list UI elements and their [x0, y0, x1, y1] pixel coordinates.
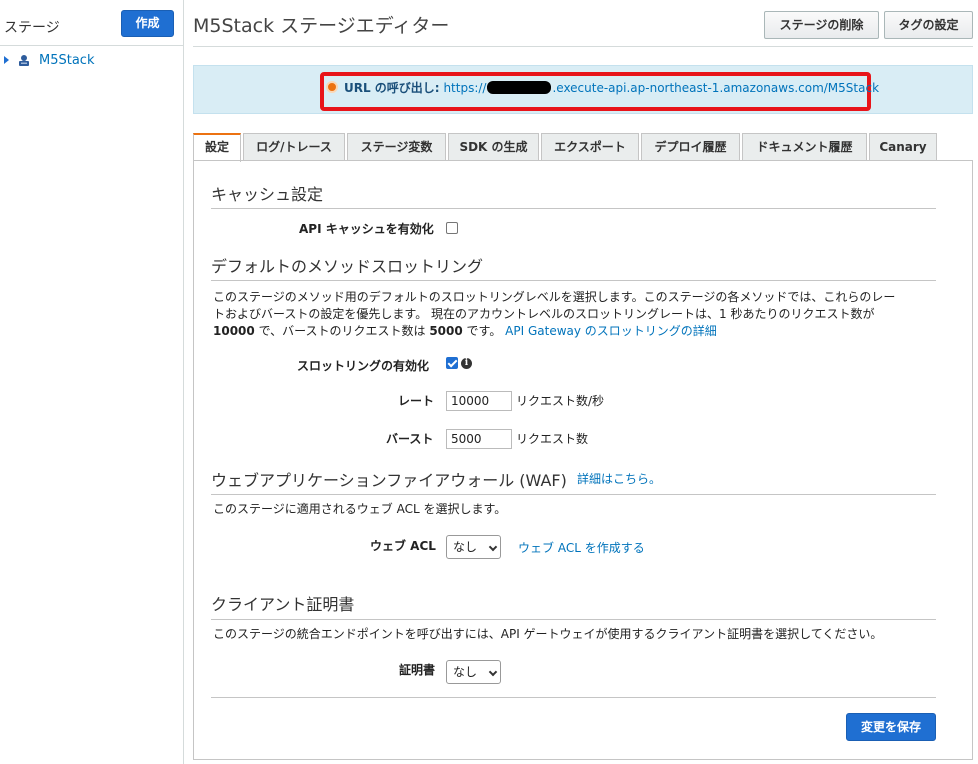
- header-divider: [193, 46, 973, 47]
- certificate-label: 証明書: [399, 663, 436, 677]
- throttling-enable-label: スロットリングの有効化: [297, 359, 430, 373]
- throttling-desc-line3: 10000 で、バーストのリクエスト数は 5000 です。 API Gatewa…: [213, 324, 717, 338]
- section-divider: [211, 494, 936, 495]
- rate-unit: リクエスト数/秒: [516, 394, 605, 408]
- rate-label: レート: [398, 394, 435, 408]
- tab-deployment-history[interactable]: デプロイ履歴: [641, 133, 740, 161]
- cache-section-title: キャッシュ設定: [211, 185, 324, 204]
- tab-settings[interactable]: 設定: [193, 133, 241, 162]
- tab-documentation-history[interactable]: ドキュメント履歴: [742, 133, 867, 161]
- save-changes-button[interactable]: 変更を保存: [846, 713, 936, 741]
- tab-logs-tracing[interactable]: ログ/トレース: [243, 133, 345, 161]
- client-cert-section-title: クライアント証明書: [211, 595, 355, 614]
- invoke-url-link[interactable]: https:// .execute-api.ap-northeast-1.amaz…: [443, 81, 879, 95]
- invoke-url-suffix: .execute-api.ap-northeast-1.amazonaws.co…: [552, 81, 880, 95]
- tab-sdk-generation[interactable]: SDK の生成: [448, 133, 539, 161]
- throttling-description: このステージのメソッド用のデフォルトのスロットリングレベルを選択します。このステ…: [213, 289, 938, 340]
- status-dot-icon: [326, 81, 338, 93]
- client-cert-description: このステージの統合エンドポイントを呼び出すには、API ゲートウェイが使用するク…: [213, 627, 883, 641]
- stages-title: ステージ: [4, 20, 60, 36]
- web-acl-select[interactable]: なし: [446, 535, 501, 559]
- web-acl-selected: なし: [453, 540, 478, 554]
- footer-divider: [211, 697, 936, 698]
- throttling-section-title: デフォルトのメソッドスロットリング: [211, 257, 484, 276]
- invoke-url-prefix: https://: [443, 81, 487, 95]
- tab-stage-variables[interactable]: ステージ変数: [347, 133, 446, 161]
- account-rate-value: 10000: [213, 324, 255, 338]
- account-burst-value: 5000: [429, 324, 463, 338]
- settings-panel: [193, 160, 973, 760]
- create-stage-button[interactable]: 作成: [121, 10, 174, 37]
- waf-details-link[interactable]: 詳細はこちら。: [577, 470, 661, 487]
- section-divider: [211, 280, 936, 281]
- stages-sidebar: ステージ 作成 M5Stack: [0, 0, 184, 764]
- certificate-selected: なし: [453, 665, 478, 679]
- burst-label: バースト: [386, 432, 434, 446]
- burst-input[interactable]: [446, 429, 512, 449]
- waf-description: このステージに適用されるウェブ ACL を選択します。: [213, 502, 507, 516]
- throttling-docs-link[interactable]: API Gateway のスロットリングの詳細: [505, 324, 717, 338]
- throttling-enable-checkbox[interactable]: [446, 357, 458, 369]
- invoke-url-label: URL の呼び出し:: [344, 81, 440, 95]
- info-icon[interactable]: i: [461, 358, 472, 369]
- stage-tree-label[interactable]: M5Stack: [39, 53, 94, 68]
- web-acl-label: ウェブ ACL: [370, 539, 436, 553]
- chevron-down-icon: [488, 542, 498, 552]
- chevron-down-icon: [488, 667, 498, 677]
- page-title: M5Stack ステージエディター: [193, 15, 450, 37]
- cache-enable-checkbox[interactable]: [446, 222, 458, 234]
- tag-settings-button[interactable]: タグの設定: [884, 11, 973, 39]
- throttling-desc-line2: トおよびバーストの設定を優先します。 現在のアカウントレベルのスロットリングレー…: [213, 307, 875, 321]
- section-divider: [211, 208, 936, 209]
- invoke-url-text: URL の呼び出し: https:// .execute-api.ap-north…: [344, 79, 879, 96]
- tab-export[interactable]: エクスポート: [541, 133, 639, 161]
- expand-caret-icon[interactable]: [4, 56, 9, 64]
- tab-canary[interactable]: Canary: [869, 133, 937, 161]
- redacted-api-id: [487, 81, 552, 94]
- create-web-acl-link[interactable]: ウェブ ACL を作成する: [518, 539, 645, 556]
- stage-tree-item-m5stack[interactable]: M5Stack: [4, 50, 94, 70]
- cache-enable-label: API キャッシュを有効化: [299, 222, 434, 236]
- stage-icon: [19, 55, 29, 66]
- burst-unit: リクエスト数: [516, 432, 589, 446]
- certificate-select[interactable]: なし: [446, 660, 501, 684]
- waf-section-title: ウェブアプリケーションファイアウォール (WAF): [211, 471, 567, 490]
- section-divider: [211, 619, 936, 620]
- rate-input[interactable]: [446, 391, 512, 411]
- throttling-desc-line1: このステージのメソッド用のデフォルトのスロットリングレベルを選択します。このステ…: [213, 290, 896, 304]
- stages-header: ステージ 作成: [0, 0, 183, 46]
- delete-stage-button[interactable]: ステージの削除: [764, 11, 879, 39]
